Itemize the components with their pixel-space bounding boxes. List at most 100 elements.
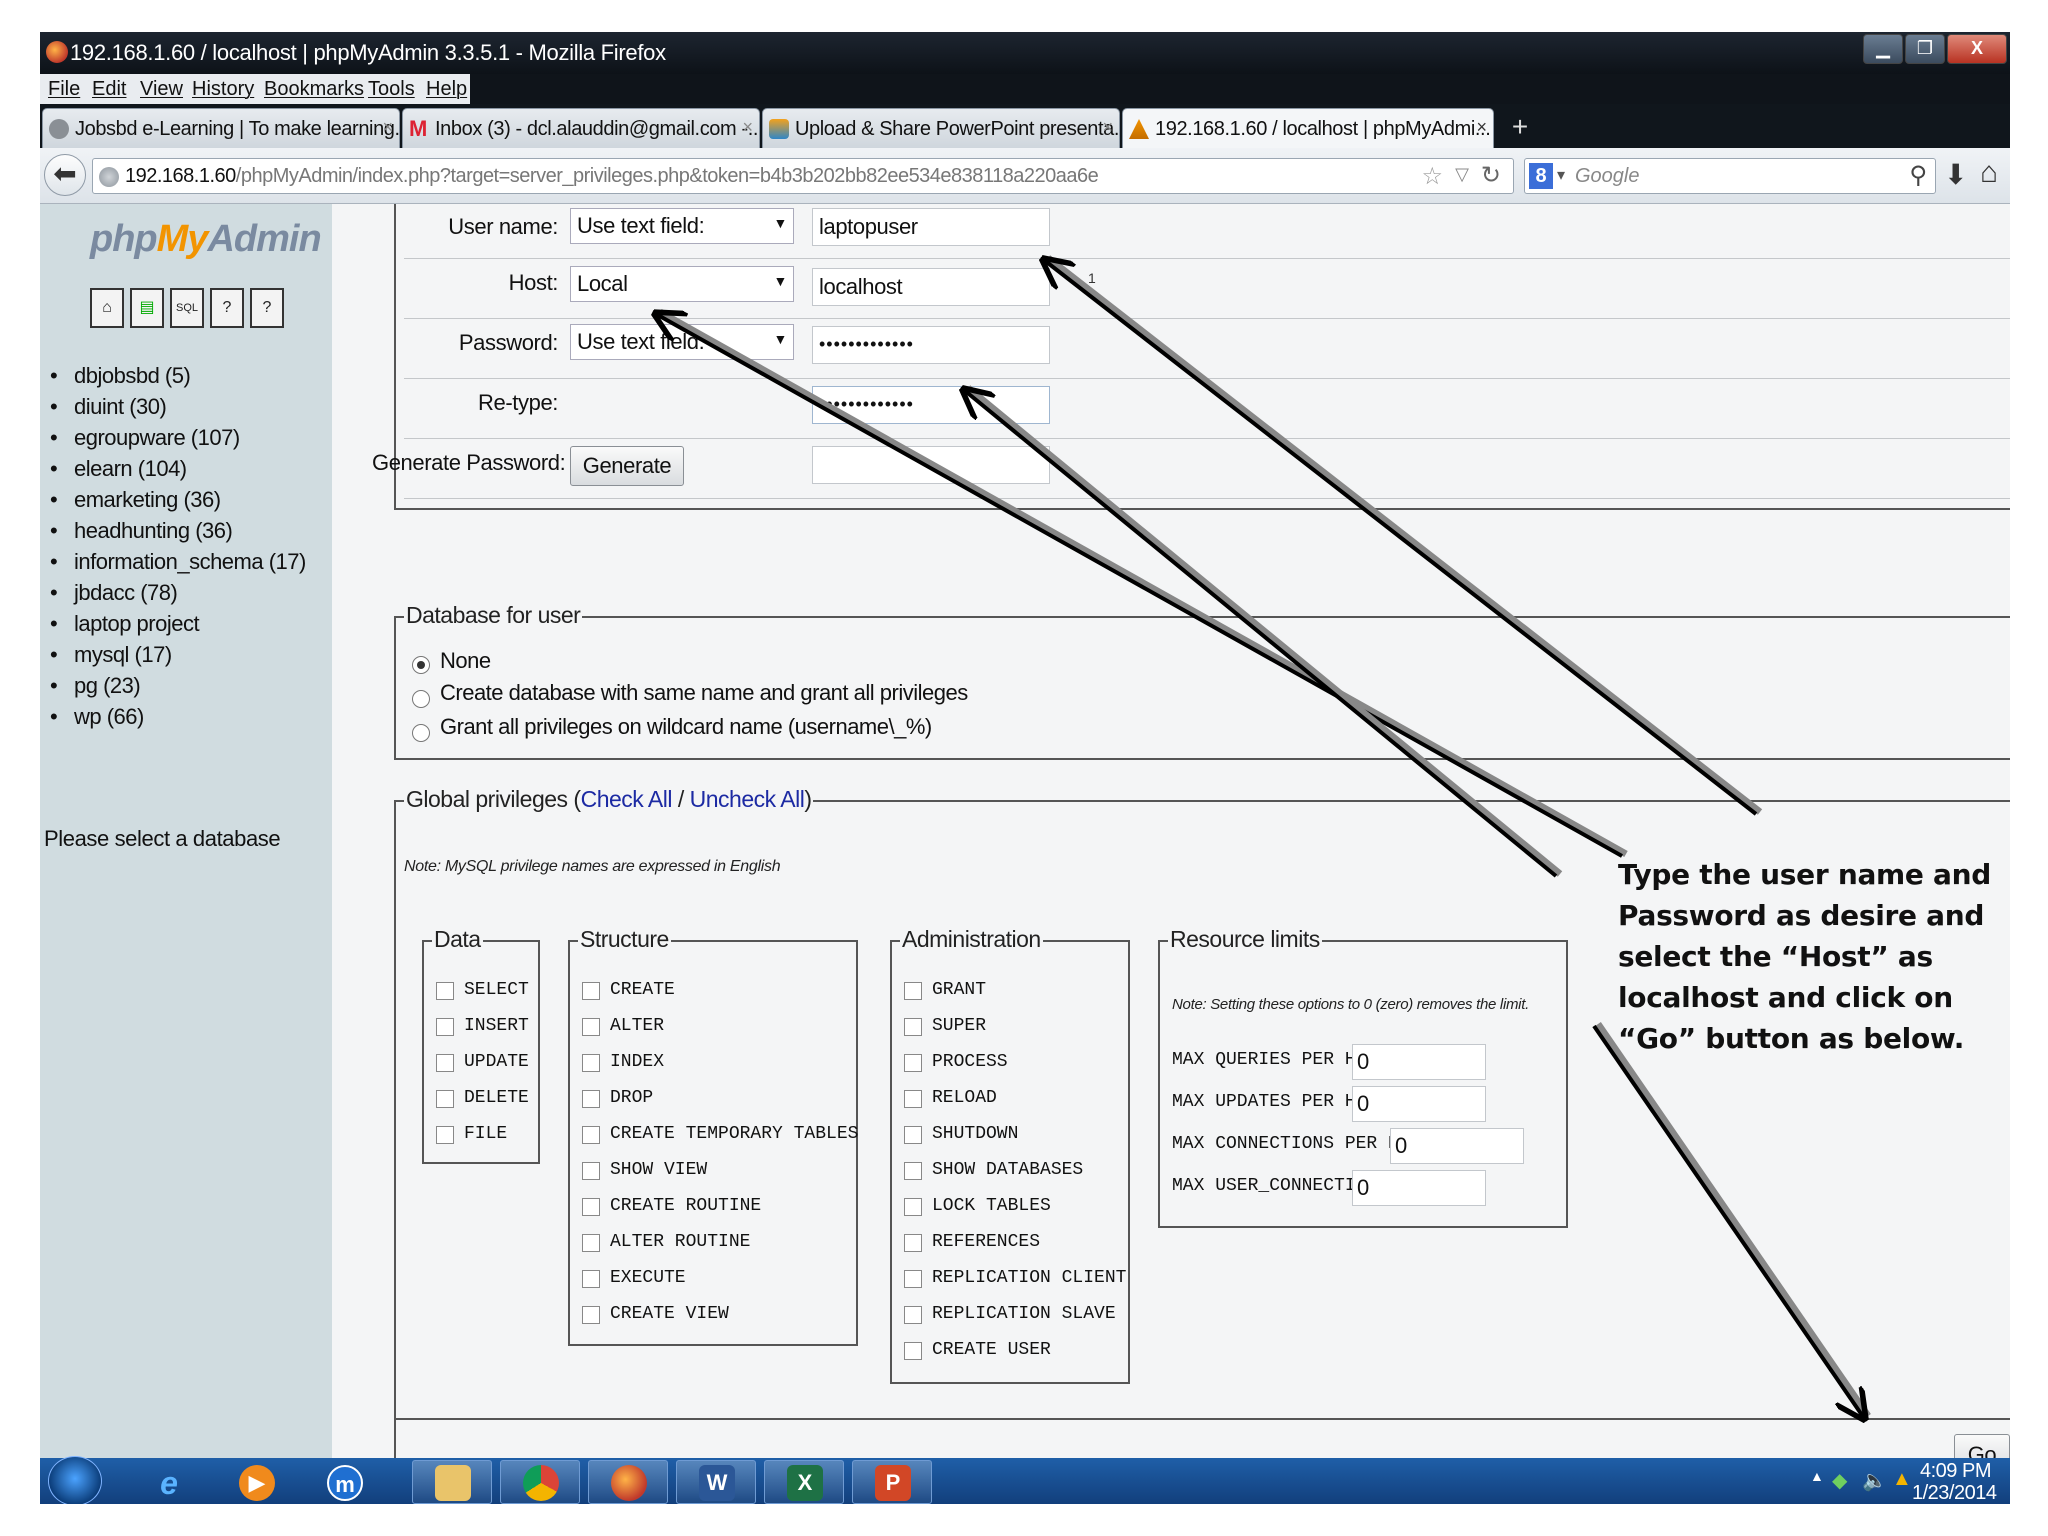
menu-bookmarks[interactable]: Bookmarks — [264, 78, 364, 101]
clock-time[interactable]: 4:09 PM — [1920, 1460, 1991, 1483]
password-input[interactable]: ••••••••••••• — [812, 326, 1050, 364]
logout-icon[interactable]: ▤ — [130, 288, 164, 328]
resource-limit-input[interactable]: 0 — [1390, 1128, 1524, 1164]
database-link[interactable]: diuint (30) — [50, 391, 306, 422]
privilege-checkbox[interactable] — [904, 1342, 922, 1360]
database-link[interactable]: dbjobsbd (5) — [50, 360, 306, 391]
reload-icon[interactable]: ↻ — [1481, 161, 1501, 190]
google-search-engine-icon[interactable]: 8 — [1529, 163, 1553, 189]
close-button[interactable]: X — [1947, 34, 2007, 64]
privilege-checkbox[interactable] — [436, 1126, 454, 1144]
sql-query-icon[interactable]: SQL — [170, 288, 204, 328]
radio-none[interactable] — [412, 656, 430, 674]
host-mode-select[interactable]: Local ▼ — [570, 266, 794, 302]
resource-limit-input[interactable]: 0 — [1352, 1044, 1486, 1080]
taskbar-firefox[interactable] — [588, 1460, 668, 1504]
new-tab-button[interactable]: + — [1504, 112, 1536, 144]
privilege-checkbox[interactable] — [582, 1126, 600, 1144]
menu-help[interactable]: Help — [426, 78, 467, 101]
maximize-button[interactable]: ❐ — [1905, 34, 1945, 64]
privilege-checkbox[interactable] — [904, 1054, 922, 1072]
tab-close-icon[interactable]: × — [742, 117, 753, 138]
documentation-icon[interactable]: ? — [210, 288, 244, 328]
taskbar-chrome[interactable] — [500, 1460, 580, 1504]
generate-button[interactable]: Generate — [570, 446, 684, 486]
bookmark-star-icon[interactable]: ☆ — [1421, 162, 1443, 191]
generated-password-input[interactable] — [812, 446, 1050, 484]
menu-edit[interactable]: Edit — [92, 78, 126, 101]
taskbar-app-launcher[interactable]: m — [304, 1460, 384, 1504]
download-icon[interactable]: ⬇ — [1944, 158, 1967, 191]
password-mode-select[interactable]: Use text field: ▼ — [570, 324, 794, 360]
database-link[interactable]: egroupware (107) — [50, 422, 306, 453]
database-link[interactable]: wp (66) — [50, 701, 306, 732]
mysql-docs-icon[interactable]: ? — [250, 288, 284, 328]
phpmyadmin-logo[interactable]: phpMyAdmin — [90, 218, 322, 261]
tab-phpmyadmin[interactable]: 192.168.1.60 / localhost | phpMyAdmi... … — [1122, 108, 1494, 148]
privilege-checkbox[interactable] — [904, 1018, 922, 1036]
network-tray-icon[interactable]: ◆ — [1832, 1468, 1856, 1492]
back-button[interactable]: ⬅ — [44, 154, 86, 196]
taskbar-internet-explorer[interactable]: e — [128, 1460, 208, 1504]
history-dropdown-icon[interactable]: ▽ — [1455, 164, 1469, 185]
go-button[interactable]: Go — [1954, 1434, 2010, 1458]
site-identity-icon[interactable] — [99, 167, 119, 187]
menu-tools[interactable]: Tools — [368, 78, 415, 101]
resource-limit-input[interactable]: 0 — [1352, 1086, 1486, 1122]
tab-close-icon[interactable]: × — [1476, 117, 1487, 138]
privilege-checkbox[interactable] — [904, 1234, 922, 1252]
database-link[interactable]: jbdacc (78) — [50, 577, 306, 608]
database-link[interactable]: pg (23) — [50, 670, 306, 701]
database-link[interactable]: mysql (17) — [50, 639, 306, 670]
privilege-checkbox[interactable] — [582, 1234, 600, 1252]
menu-view[interactable]: View — [140, 78, 183, 101]
privilege-checkbox[interactable] — [904, 1090, 922, 1108]
username-input[interactable]: laptopuser — [812, 208, 1050, 246]
tab-slideshare[interactable]: Upload & Share PowerPoint presenta... × — [762, 108, 1120, 148]
minimize-button[interactable]: ▁ — [1863, 34, 1903, 64]
retype-password-input[interactable]: ••••••••••••• — [812, 386, 1050, 424]
host-input[interactable]: localhost — [812, 268, 1050, 306]
tab-jobsbd[interactable]: Jobsbd e-Learning | To make learning... … — [42, 108, 400, 148]
privilege-checkbox[interactable] — [582, 1054, 600, 1072]
clock-date[interactable]: 1/23/2014 — [1912, 1482, 1997, 1504]
taskbar-file-explorer[interactable] — [412, 1460, 492, 1504]
url-bar[interactable]: 192.168.1.60/phpMyAdmin/index.php?target… — [92, 158, 1514, 194]
resource-limit-input[interactable]: 0 — [1352, 1170, 1486, 1206]
check-all-link[interactable]: Check All — [581, 786, 673, 812]
radio-wildcard-privileges[interactable] — [412, 724, 430, 742]
tab-gmail-inbox[interactable]: M Inbox (3) - dcl.alauddin@gmail.com -..… — [402, 108, 760, 148]
privilege-checkbox[interactable] — [582, 1198, 600, 1216]
windows-start-button[interactable] — [48, 1456, 102, 1504]
privilege-checkbox[interactable] — [904, 1306, 922, 1324]
privilege-checkbox[interactable] — [436, 1018, 454, 1036]
search-bar[interactable]: 8 ▾ Google ⚲ — [1524, 158, 1936, 194]
privilege-checkbox[interactable] — [904, 1198, 922, 1216]
menu-history[interactable]: History — [192, 78, 254, 101]
database-link[interactable]: headhunting (36) — [50, 515, 306, 546]
taskbar-powerpoint[interactable]: P — [852, 1460, 932, 1504]
database-link[interactable]: elearn (104) — [50, 453, 306, 484]
tab-close-icon[interactable]: × — [382, 117, 393, 138]
privilege-checkbox[interactable] — [582, 982, 600, 1000]
privilege-checkbox[interactable] — [582, 1270, 600, 1288]
privilege-checkbox[interactable] — [904, 1270, 922, 1288]
menu-file[interactable]: File — [48, 78, 80, 101]
taskbar-word[interactable]: W — [676, 1460, 756, 1504]
search-icon[interactable]: ⚲ — [1909, 161, 1927, 190]
tab-close-icon[interactable]: × — [1102, 117, 1113, 138]
home-icon[interactable]: ⌂ — [1980, 156, 1998, 190]
search-engine-dropdown-icon[interactable]: ▾ — [1557, 165, 1565, 185]
privilege-checkbox[interactable] — [582, 1018, 600, 1036]
database-link[interactable]: laptop project — [50, 608, 306, 639]
privilege-checkbox[interactable] — [582, 1162, 600, 1180]
radio-create-database[interactable] — [412, 690, 430, 708]
privilege-checkbox[interactable] — [904, 1162, 922, 1180]
volume-tray-icon[interactable]: 🔈 — [1862, 1468, 1887, 1492]
privilege-checkbox[interactable] — [436, 982, 454, 1000]
home-icon[interactable]: ⌂ — [90, 288, 124, 328]
privilege-checkbox[interactable] — [582, 1306, 600, 1324]
taskbar-media-player[interactable]: ▶ — [216, 1460, 296, 1504]
privilege-checkbox[interactable] — [436, 1090, 454, 1108]
database-link[interactable]: emarketing (36) — [50, 484, 306, 515]
